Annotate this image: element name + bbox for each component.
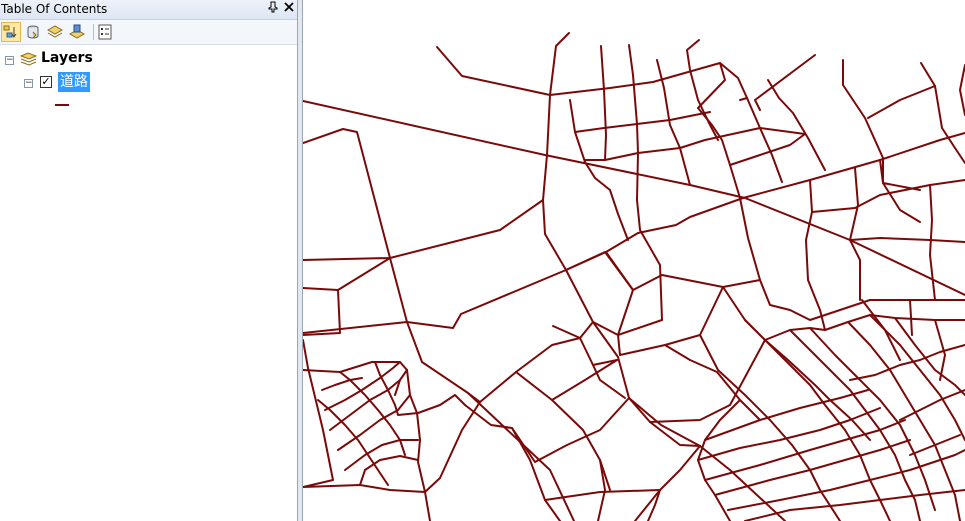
table-of-contents-panel: Table Of Contents − Layers − ✓ 道路 [0,0,297,521]
toc-toolbar [0,20,297,45]
layers-icon [19,52,38,71]
map-display[interactable] [303,0,965,521]
toc-title: Table Of Contents [1,2,108,16]
toolbar-separator [93,24,94,40]
collapse-layer-icon[interactable]: − [24,79,33,88]
list-by-visibility-icon[interactable] [45,22,65,42]
layers-root-label[interactable]: Layers [41,50,93,66]
list-by-drawing-order-icon[interactable] [1,22,21,42]
layer-visibility-checkbox[interactable]: ✓ [40,76,52,88]
collapse-layers-icon[interactable]: − [5,56,14,65]
close-icon[interactable] [282,1,296,17]
legend-line-symbol [55,104,69,106]
options-icon[interactable] [95,22,115,42]
toc-tree: − Layers − ✓ 道路 [0,46,297,521]
toc-header: Table Of Contents [0,0,297,20]
list-by-source-icon[interactable] [23,22,43,42]
layer-name[interactable]: 道路 [58,72,90,92]
list-by-selection-icon[interactable] [67,22,87,42]
pin-icon[interactable] [266,1,280,17]
road-network-map [303,32,965,521]
